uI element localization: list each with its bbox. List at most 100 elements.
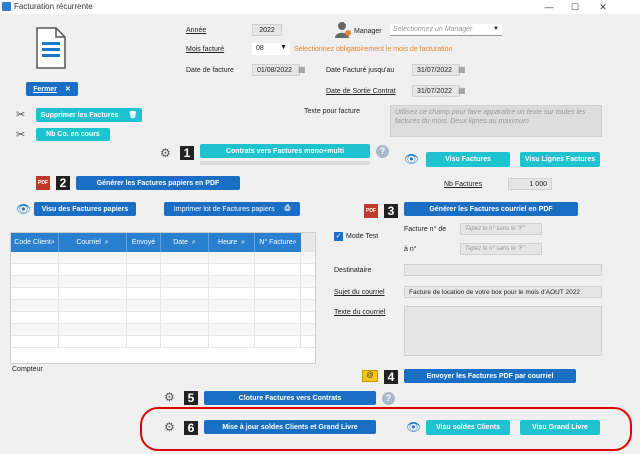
nbco-button[interactable]: Nb Co. en cours [36,128,110,141]
eye-icon: 👁 [404,152,420,166]
column-header[interactable]: Code Client ⌕ [11,233,59,252]
maximize-button[interactable]: ☐ [562,0,588,14]
date-facture-label: Date de facture [186,67,234,74]
facture-no-field[interactable]: Tapez le n° sans le "F" [460,223,542,235]
table-row[interactable] [11,252,315,264]
generer-courriel-button[interactable]: Générer les Factures courriel en PDF [404,202,578,216]
imprimer-label: Imprimer lot de Factures papiers [173,205,275,213]
title-bar: Facturation récurrente — ☐ ✕ [0,0,640,14]
supprimer-factures-button[interactable]: Supprimer les Factures 🗑 [36,108,142,122]
minimize-button[interactable]: — [536,0,562,14]
supprimer-label: Supprimer les Factures [40,111,119,119]
column-header[interactable]: Date ⌕ [161,233,209,252]
column-header[interactable]: N° Facture ⌕ [255,233,301,252]
manager-icon [334,21,352,39]
mode-test-checkbox[interactable]: ✓ [334,232,343,241]
visu-lignes-factures-button[interactable]: Visu Lignes Factures [520,152,600,167]
contrats-vers-factures-button[interactable]: Contrats vers Factures mono+multi [200,144,370,158]
fermer-label: Fermer [33,85,57,93]
mois-select[interactable]: 08 ▼ [252,43,290,55]
printer-icon: ⎙ [284,205,291,212]
column-header[interactable]: Envoyé [127,233,161,252]
manager-select[interactable]: Sélectionnez un Manager ▼ [390,24,502,36]
a-no-label: à n° [404,246,417,253]
date-jusquau-field[interactable]: 31/07/2022 [412,64,460,76]
email-icon: @ [362,370,378,382]
highlight-annotation [140,407,632,451]
calendar-icon[interactable]: ▦ [458,65,466,74]
chevron-down-icon: ▼ [493,26,499,32]
mode-test-label: Mode Test [346,233,379,240]
tools-icon: ✂ [16,109,26,121]
texte-courriel-label: Texte du courriel [334,309,386,316]
generer-papiers-button[interactable]: Générer les Factures papiers en PDF [76,176,240,190]
search-icon: ⌕ [241,238,245,246]
a-no-field[interactable]: Tapez le n° sans le "F" [460,243,542,255]
mois-warning: Sélectionnez obligatoirement le mois de … [294,46,453,53]
mois-value: 08 [256,45,264,52]
date-facture-field[interactable]: 01/08/2022 [252,64,300,76]
sujet-label: Sujet du courriel [334,289,385,296]
factures-table: Code Client ⌕ Courriel ⌕ Envoyé Date ⌕ H… [10,232,316,364]
step-number-badge: 2 [56,176,70,190]
table-row[interactable] [11,264,315,276]
cloture-factures-button[interactable]: Cloture Factures vers Contrats [204,391,376,405]
destinataire-field[interactable] [404,264,602,276]
document-icon [34,26,68,70]
imprimer-lot-button[interactable]: Imprimer lot de Factures papiers ⎙ [164,202,300,216]
sujet-field[interactable]: Facture de location de votre box pour le… [404,286,602,298]
help-icon[interactable]: ? [376,145,389,158]
texte-facture-label: Texte pour facture [304,108,361,115]
pdf-icon: PDF [364,204,378,218]
annee-field[interactable]: 2022 [252,24,282,36]
table-row[interactable] [11,288,315,300]
date-jusquau-label: Date Facturé jusqu'au [326,67,395,74]
texte-facture-field[interactable]: Utilisez ce champ pour faire apparaître … [390,105,602,137]
nb-factures-label: Nb Factures [444,181,483,188]
fermer-button[interactable]: Fermer ✕ [26,82,78,96]
app-icon [2,2,11,11]
compteur-label: Compteur [12,366,43,373]
gears-icon: ⚙ [160,146,171,160]
column-header[interactable]: Heure ⌕ [209,233,255,252]
nb-factures-field: 1 000 [508,178,552,190]
step-number-badge: 3 [384,204,398,218]
date-sortie-field[interactable]: 31/07/2022 [412,85,460,97]
gears-icon: ⚙ [164,390,175,404]
annee-label: Année [186,27,207,34]
table-row[interactable] [11,300,315,312]
trash-icon: 🗑 [128,112,138,119]
visu-factures-button[interactable]: Visu Factures [426,152,510,167]
step-number-badge: 5 [184,391,198,405]
window-title: Facturation récurrente [14,2,93,11]
table-body [11,252,315,348]
step-number-badge: 4 [384,370,398,384]
eye-icon: 👁 [16,202,32,216]
table-header: Code Client ⌕ Courriel ⌕ Envoyé Date ⌕ H… [11,233,315,252]
facture-no-label: Facture n° de [404,226,447,233]
table-row[interactable] [11,336,315,348]
mois-label: Mois facturé [186,46,225,53]
scrollbar[interactable] [301,233,315,252]
manager-placeholder: Sélectionnez un Manager [393,26,473,33]
manager-label: Manager [354,28,382,35]
texte-courriel-field[interactable] [404,306,602,356]
destinataire-label: Destinataire [334,267,372,274]
column-header[interactable]: Courriel ⌕ [59,233,127,252]
table-row[interactable] [11,276,315,288]
envoyer-courriel-button[interactable]: Envoyer les Factures PDF par courriel [404,369,576,383]
table-row[interactable] [11,324,315,336]
table-row[interactable] [11,312,315,324]
search-icon: ⌕ [191,238,196,246]
date-sortie-label: Date de Sortie Contrat [326,88,396,95]
chevron-down-icon: ▼ [280,44,287,51]
pdf-icon: PDF [36,176,50,190]
search-icon: ⌕ [104,238,109,246]
step-number-badge: 1 [180,146,194,160]
visu-factures-papiers-button[interactable]: Visu des Factures papiers [34,202,136,216]
tools-icon: ✂ [16,129,26,141]
close-window-button[interactable]: ✕ [590,0,616,14]
calendar-icon[interactable]: ▦ [458,86,466,95]
calendar-icon[interactable]: ▦ [298,65,306,74]
help-icon[interactable]: ? [382,392,395,405]
